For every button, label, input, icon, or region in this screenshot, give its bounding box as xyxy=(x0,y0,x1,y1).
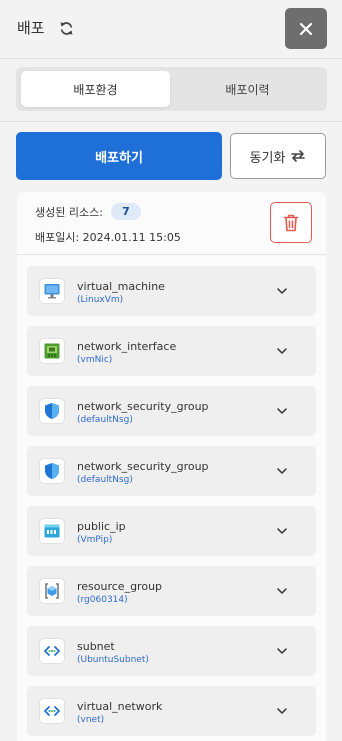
resource-type: virtual_machine xyxy=(77,280,165,293)
resource-name: (rg060314) xyxy=(77,595,128,605)
resource-name: (defaultNsg) xyxy=(77,475,133,485)
tabs-divider xyxy=(0,121,342,122)
resource-name: (vnet) xyxy=(77,715,105,725)
resources-count-badge: 7 xyxy=(110,203,141,220)
resource-type: network_interface xyxy=(77,340,177,353)
chevron-down-icon[interactable] xyxy=(276,525,288,537)
resource-type: resource_group xyxy=(77,580,163,593)
resource-item[interactable]: network_interface (vmNic) xyxy=(27,326,316,376)
resource-type: public_ip xyxy=(77,520,126,533)
public-ip-icon xyxy=(40,519,64,543)
chevron-down-icon[interactable] xyxy=(276,645,288,657)
monitor-icon xyxy=(40,279,64,303)
resource-item[interactable]: resource_group (rg060314) xyxy=(27,566,316,616)
resource-item[interactable]: virtual_network (vnet) xyxy=(27,686,316,736)
deployment-info: 생성된 리소스: 7 배포일시: 2024.01.11 15:05 xyxy=(17,192,326,252)
tab-deploy-environment[interactable]: 배포환경 xyxy=(21,71,170,107)
shield-icon xyxy=(40,399,64,423)
virtual-network-icon xyxy=(40,699,64,723)
header: 배포 xyxy=(0,0,342,58)
shield-icon xyxy=(40,459,64,483)
network-card-icon xyxy=(40,339,64,363)
resource-name: (VmPip) xyxy=(77,535,113,545)
info-divider xyxy=(17,254,326,255)
subnet-icon xyxy=(40,639,64,663)
sync-arrows-icon xyxy=(291,150,306,162)
close-button[interactable] xyxy=(285,8,327,49)
delete-button[interactable] xyxy=(270,202,312,243)
close-icon xyxy=(299,22,313,35)
sync-label: 동기화 xyxy=(249,150,286,166)
resource-item[interactable]: public_ip (VmPip) xyxy=(27,506,316,556)
chevron-down-icon[interactable] xyxy=(276,465,288,477)
resources-label: 생성된 리소스: xyxy=(35,205,103,219)
header-divider xyxy=(0,58,342,59)
deployed-at: 배포일시: 2024.01.11 15:05 xyxy=(35,231,181,244)
resource-item[interactable]: subnet (UbuntuSubnet) xyxy=(27,626,316,676)
resource-type: network_security_group xyxy=(77,460,209,473)
tab-bar: 배포환경 배포이력 xyxy=(16,67,327,111)
resource-name: (vmNic) xyxy=(77,355,113,365)
deployment-panel: 생성된 리소스: 7 배포일시: 2024.01.11 15:05 virtua… xyxy=(17,192,326,741)
resource-item[interactable]: network_security_group (defaultNsg) xyxy=(27,446,316,496)
chevron-down-icon[interactable] xyxy=(276,405,288,417)
deploy-button[interactable]: 배포하기 xyxy=(16,132,222,180)
resource-name: (UbuntuSubnet) xyxy=(77,655,149,665)
tab-deploy-history[interactable]: 배포이력 xyxy=(173,71,322,107)
resource-item[interactable]: network_security_group (defaultNsg) xyxy=(27,386,316,436)
resource-name: (LinuxVm) xyxy=(77,295,124,305)
resource-type: subnet xyxy=(77,640,115,653)
sync-button[interactable]: 동기화 xyxy=(230,133,326,179)
chevron-down-icon[interactable] xyxy=(276,585,288,597)
resource-group-icon xyxy=(40,579,64,603)
chevron-down-icon[interactable] xyxy=(276,345,288,357)
resource-name: (defaultNsg) xyxy=(77,415,133,425)
page-title: 배포 xyxy=(17,19,45,37)
resource-item[interactable]: virtual_machine (LinuxVm) xyxy=(27,266,316,316)
chevron-down-icon[interactable] xyxy=(276,705,288,717)
resources-summary: 생성된 리소스: 7 xyxy=(35,203,141,220)
chevron-down-icon[interactable] xyxy=(276,285,288,297)
resource-type: network_security_group xyxy=(77,400,209,413)
refresh-icon[interactable] xyxy=(58,20,75,37)
trash-icon xyxy=(283,214,299,231)
resource-type: virtual_network xyxy=(77,700,163,713)
